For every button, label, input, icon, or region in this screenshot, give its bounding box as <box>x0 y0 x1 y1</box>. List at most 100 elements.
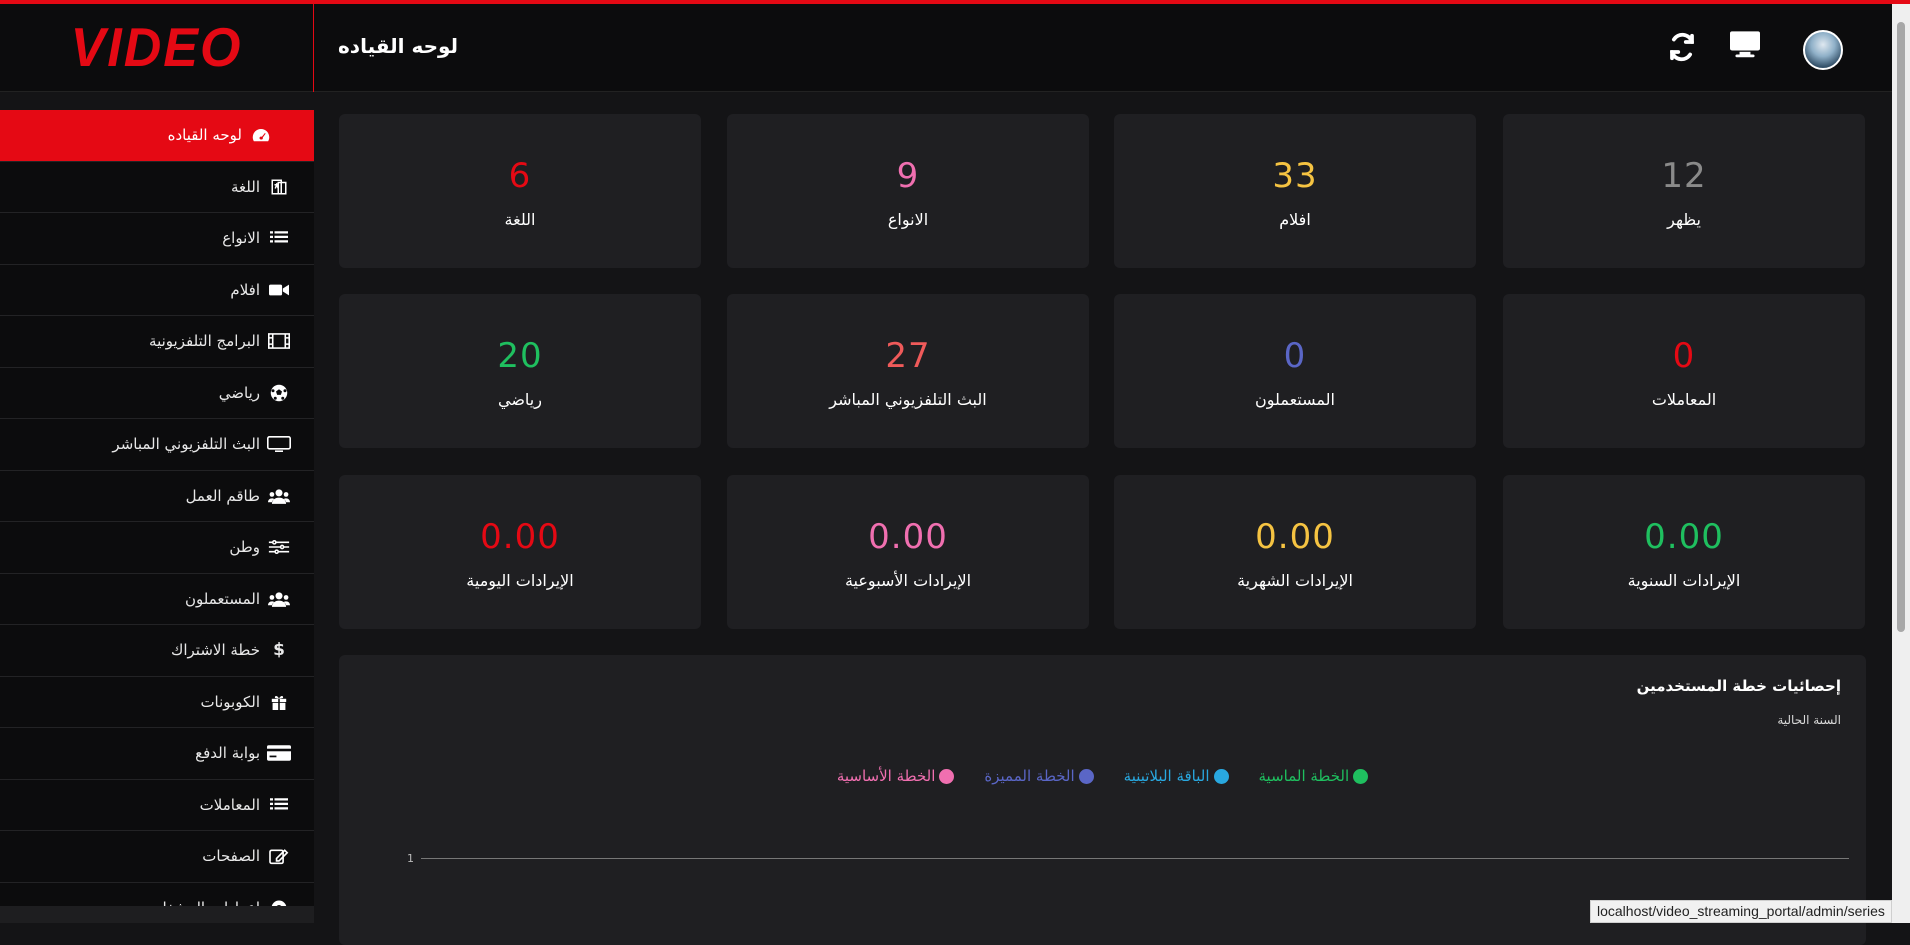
stat-label: الإيرادات اليومية <box>466 571 574 590</box>
stat-card-daily-revenue[interactable]: 0.00 الإيرادات اليومية <box>339 475 701 629</box>
credit-card-icon <box>266 745 292 761</box>
users-icon <box>266 488 292 504</box>
y-axis-tick: 1 <box>407 852 414 865</box>
sidebar-item-pages[interactable]: الصفحات <box>0 831 314 883</box>
sidebar-item-payment-gateway[interactable]: بوابة الدفع <box>0 728 314 780</box>
sidebar-item-movies[interactable]: افلام <box>0 265 314 316</box>
soccer-ball-icon <box>266 384 292 402</box>
sidebar-item-subscription-plan[interactable]: $ خطة الاشتراك <box>0 625 314 677</box>
stat-value: 0 <box>1283 336 1307 376</box>
dollar-icon: $ <box>273 640 285 661</box>
sidebar-item-label: خطة الاشتراك <box>170 641 260 660</box>
legend-item-platinum[interactable]: الباقة البلاتينية <box>1124 767 1229 785</box>
sidebar-item-users[interactable]: المستعملون <box>0 574 314 625</box>
stat-card-movies[interactable]: 33 افلام <box>1114 114 1476 268</box>
stat-card-monthly-revenue[interactable]: 0.00 الإيرادات الشهرية <box>1114 475 1476 629</box>
status-bar-url: localhost/video_streaming_portal/admin/s… <box>1590 900 1892 923</box>
sidebar-item-label: افلام <box>230 280 260 299</box>
sidebar-item-label: المستعملون <box>185 589 260 608</box>
sidebar-item-label: الانواع <box>222 229 260 248</box>
sidebar-item-label: الصفحات <box>202 847 260 866</box>
legend-dot <box>1078 768 1094 784</box>
stat-card-shows[interactable]: 12 يظهر <box>1503 114 1865 268</box>
stat-card-language[interactable]: 6 اللغة <box>339 114 701 268</box>
legend-dot <box>1213 768 1229 784</box>
stat-value: 0.00 <box>1644 517 1724 557</box>
legend-dot <box>1353 768 1369 784</box>
logo: VIDEO <box>70 17 243 79</box>
stat-value: 0.00 <box>868 517 948 557</box>
legend-label: الخطة المميزة <box>984 767 1075 785</box>
stat-card-users[interactable]: 0 المستعملون <box>1114 294 1476 448</box>
legend-label: الخطة الأساسية <box>836 767 936 785</box>
chart-gridline <box>421 858 1849 859</box>
stat-label: الانواع <box>887 210 929 229</box>
stat-card-transactions[interactable]: 0 المعاملات <box>1503 294 1865 448</box>
sidebar-horizontal-scrollbar[interactable] <box>0 906 314 923</box>
stat-value: 27 <box>885 336 931 376</box>
video-camera-icon <box>266 283 292 297</box>
stat-card-sports[interactable]: 20 رياضي <box>339 294 701 448</box>
sidebar-item-dashboard[interactable]: لوحه القياده <box>0 110 314 162</box>
stat-label: الإيرادات الأسبوعية <box>844 571 972 590</box>
header: VIDEO لوحه القياده <box>0 4 1892 92</box>
stat-card-live-tv[interactable]: 27 البث التلفزيوني المباشر <box>727 294 1089 448</box>
sidebar-item-tv-shows[interactable]: البرامج التلفزيونية <box>0 316 314 368</box>
page-title: لوحه القياده <box>338 34 459 58</box>
sidebar-item-label: بوابة الدفع <box>195 744 260 763</box>
sidebar-item-label: طاقم العمل <box>185 486 260 505</box>
stat-value: 0.00 <box>1255 517 1335 557</box>
sidebar-item-country[interactable]: وطن <box>0 522 314 574</box>
avatar[interactable] <box>1803 30 1843 70</box>
stat-label: افلام <box>1279 210 1311 229</box>
chart-title: إحصائيات خطة المستخدمين <box>1636 677 1841 695</box>
stat-value: 33 <box>1272 156 1318 196</box>
edit-icon <box>266 847 292 865</box>
sidebar-item-sports[interactable]: رياضي <box>0 368 314 419</box>
sidebar-item-transactions[interactable]: المعاملات <box>0 780 314 831</box>
legend-label: الباقة البلاتينية <box>1123 767 1210 785</box>
legend-item-premium[interactable]: الخطة المميزة <box>984 767 1094 785</box>
logo-area[interactable]: VIDEO <box>0 4 314 92</box>
dashboard-icon <box>248 127 274 143</box>
stat-label: الإيرادات الشهرية <box>1237 571 1353 590</box>
stat-value: 9 <box>896 156 920 196</box>
stat-label: الإيرادات السنوية <box>1627 571 1741 590</box>
stat-value: 0 <box>1672 336 1696 376</box>
sidebar-item-label: رياضي <box>218 383 260 402</box>
stat-label: يظهر <box>1667 210 1701 229</box>
sidebar-item-label: لوحه القياده <box>167 126 242 145</box>
sidebar-item-live-tv[interactable]: البث التلفزيوني المباشر <box>0 419 314 471</box>
users-icon <box>266 591 292 607</box>
stat-value: 0.00 <box>480 517 560 557</box>
legend-dot <box>939 768 955 784</box>
sidebar-item-language[interactable]: اللغة <box>0 162 314 213</box>
chart-subtitle: السنة الحالية <box>1777 713 1841 727</box>
sidebar-item-label: البرامج التلفزيونية <box>149 332 260 351</box>
gift-icon <box>266 694 292 710</box>
sidebar-item-cast[interactable]: طاقم العمل <box>0 471 314 522</box>
stat-label: المعاملات <box>1651 390 1717 409</box>
stat-value: 20 <box>497 336 543 376</box>
sidebar-item-label: البث التلفزيوني المباشر <box>112 435 260 454</box>
sidebar-item-genres[interactable]: الانواع <box>0 213 314 265</box>
monitor-icon[interactable] <box>1728 30 1762 64</box>
stat-card-genres[interactable]: 9 الانواع <box>727 114 1089 268</box>
refresh-icon[interactable] <box>1667 32 1697 66</box>
stat-card-yearly-revenue[interactable]: 0.00 الإيرادات السنوية <box>1503 475 1865 629</box>
tv-icon <box>266 436 292 453</box>
legend-item-basic[interactable]: الخطة الأساسية <box>837 767 955 785</box>
stat-value: 12 <box>1661 156 1707 196</box>
list-icon <box>266 797 292 813</box>
stat-label: المستعملون <box>1255 390 1335 409</box>
sidebar-item-coupons[interactable]: الكوبونات <box>0 677 314 728</box>
page-scrollbar-thumb[interactable] <box>1897 22 1905 632</box>
sidebar-item-label: اللغة <box>231 177 260 196</box>
stat-label: رياضي <box>498 390 542 409</box>
legend-item-diamond[interactable]: الخطة الماسية <box>1259 767 1369 785</box>
stat-label: اللغة <box>504 210 536 229</box>
film-icon <box>266 333 292 350</box>
stat-card-weekly-revenue[interactable]: 0.00 الإيرادات الأسبوعية <box>727 475 1089 629</box>
legend-label: الخطة الماسية <box>1258 767 1350 785</box>
sidebar-item-label: المعاملات <box>199 795 260 814</box>
